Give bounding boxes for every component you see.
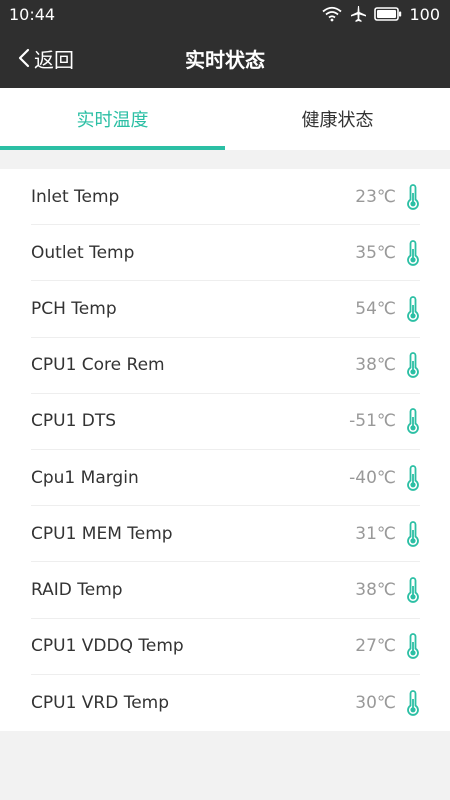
sensor-row[interactable]: CPU1 VDDQ Temp 27℃ [31,619,420,675]
sensor-name: Cpu1 Margin [31,467,139,488]
thermometer-icon [407,296,419,322]
airplane-icon [351,6,367,22]
sensor-value: 30℃ [355,692,396,713]
sensor-row[interactable]: Outlet Temp 35℃ [31,225,420,282]
thermometer-icon [407,689,419,716]
sensor-row[interactable]: RAID Temp 38℃ [31,562,420,619]
back-label: 返回 [34,47,74,72]
sensor-value: -40℃ [349,467,396,488]
sensor-value: 27℃ [355,636,396,657]
thermometer-icon [407,239,419,266]
sensor-row[interactable]: CPU1 DTS -51℃ [31,394,420,450]
thermometer-icon [407,520,419,547]
sensor-row[interactable]: PCH Temp 54℃ [31,281,420,338]
thermometer-icon [407,577,419,603]
sensor-name: Inlet Temp [31,186,120,207]
battery-icon [374,7,402,21]
sensor-row[interactable]: CPU1 VRD Temp 30℃ [31,675,420,731]
sensor-value: 23℃ [355,186,396,207]
sensor-row[interactable]: CPU1 MEM Temp 31℃ [31,506,420,563]
sensor-value: 38℃ [355,579,396,600]
wifi-icon [322,6,343,22]
sensor-row[interactable]: Inlet Temp 23℃ [31,169,420,226]
thermometer-icon [407,352,419,378]
sensor-name: CPU1 VDDQ Temp [31,636,184,657]
tab-health-status[interactable]: 健康状态 [225,88,450,150]
tab-label: 实时温度 [76,110,149,131]
sensor-name: CPU1 Core Rem [31,355,165,376]
sensor-value: 35℃ [355,242,396,263]
sensor-value: -51℃ [349,411,396,432]
sensor-name: CPU1 MEM Temp [31,523,173,544]
sensor-name: RAID Temp [31,579,123,600]
status-time: 10:44 [9,4,56,24]
tab-realtime-temperature[interactable]: 实时温度 [0,88,225,150]
sensor-name: PCH Temp [31,298,117,319]
chevron-left-icon [18,48,30,68]
thermometer-icon [407,633,419,659]
sensor-name: CPU1 DTS [31,411,117,432]
sensor-list: Inlet Temp 23℃ Outlet Temp 35℃ PCH Temp 54℃ CP… [0,169,450,731]
thermometer-icon [407,464,419,491]
sensor-row[interactable]: CPU1 Core Rem 38℃ [31,338,420,394]
status-bar: 10:44 100 [0,0,450,28]
status-icons: 100 [322,5,440,24]
app-bar: 返回 实时状态 [0,28,450,88]
thermometer-icon [407,408,419,435]
back-button[interactable]: 返回 [18,28,74,88]
sensor-value: 31℃ [355,523,396,544]
tab-label: 健康状态 [301,110,374,131]
sensor-row[interactable]: Cpu1 Margin -40℃ [31,450,420,507]
sensor-name: CPU1 VRD Temp [31,692,170,713]
tab-bar: 实时温度 健康状态 [0,88,450,150]
battery-level: 100 [409,4,440,24]
sensor-name: Outlet Temp [31,242,135,263]
thermometer-icon [407,183,419,210]
sensor-value: 54℃ [355,298,396,319]
sensor-value: 38℃ [355,355,396,376]
